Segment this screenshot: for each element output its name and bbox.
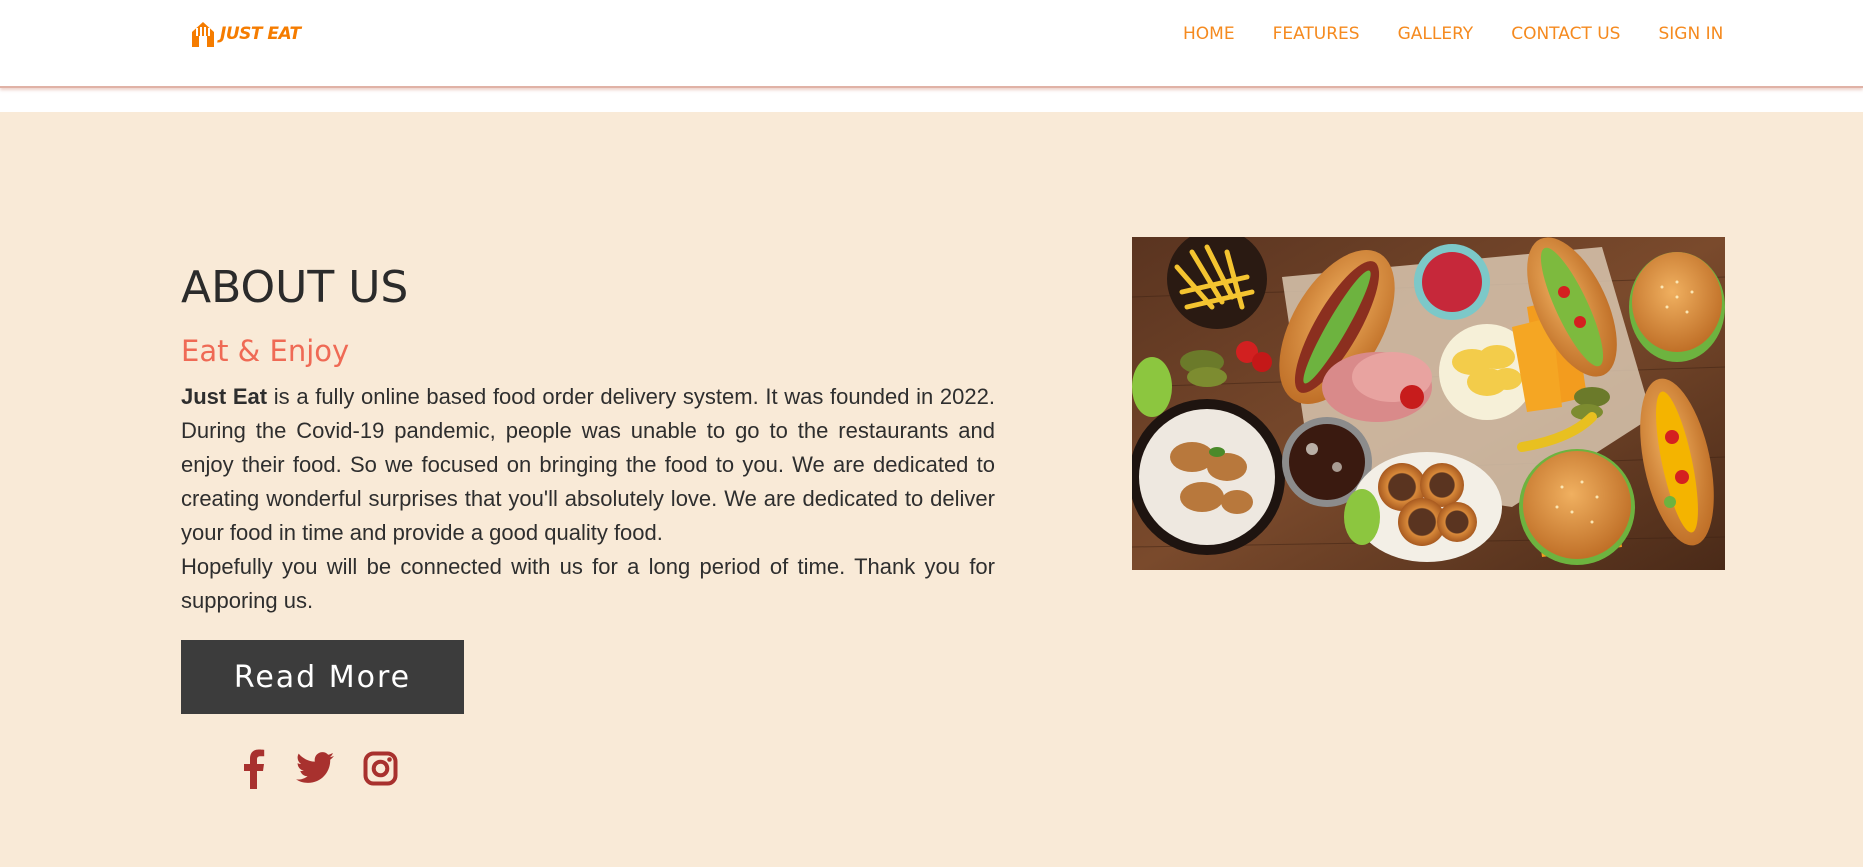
read-more-button[interactable]: Read More [181, 640, 464, 714]
brand-logo-link[interactable]: JUST EAT [190, 20, 301, 48]
brand-name: JUST EAT [220, 24, 301, 44]
navbar: JUST EAT HOME FEATURES GALLERY CONTACT U… [0, 0, 1863, 88]
about-description: Just Eat is a fully online based food or… [181, 380, 995, 618]
nav-features[interactable]: FEATURES [1273, 24, 1360, 44]
about-title: ABOUT US [181, 262, 409, 313]
facebook-icon [244, 749, 265, 789]
instagram-link[interactable] [363, 751, 398, 791]
about-section: ABOUT US Eat & Enjoy Just Eat is a fully… [0, 112, 1863, 867]
instagram-icon [363, 751, 398, 786]
twitter-link[interactable] [296, 752, 334, 789]
nav-gallery[interactable]: GALLERY [1398, 24, 1474, 44]
nav-contact-us[interactable]: CONTACT US [1511, 24, 1620, 44]
food-spread-image [1132, 237, 1725, 570]
about-subtitle: Eat & Enjoy [181, 334, 350, 368]
twitter-icon [296, 752, 334, 783]
nav-sign-in[interactable]: SIGN IN [1658, 24, 1723, 44]
brand-mention: Just Eat [181, 384, 268, 409]
nav-home[interactable]: HOME [1183, 24, 1235, 44]
about-paragraph-1: is a fully online based food order deliv… [181, 384, 995, 545]
about-paragraph-2: Hopefully you will be connected with us … [181, 554, 995, 613]
just-eat-house-icon [192, 22, 214, 47]
facebook-link[interactable] [242, 749, 266, 794]
main-nav: HOME FEATURES GALLERY CONTACT US SIGN IN [1183, 24, 1723, 44]
